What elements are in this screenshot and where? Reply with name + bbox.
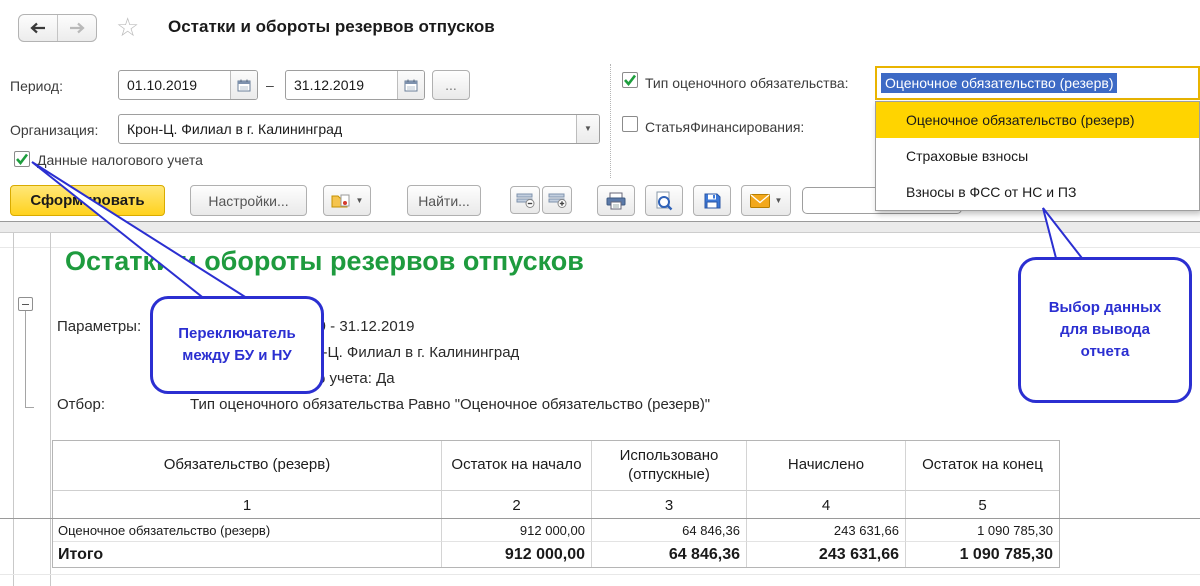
column-number[interactable]: 4 [747,491,906,519]
print-button[interactable] [597,185,635,216]
calendar-icon [237,79,251,92]
report-table: Обязательство (резерв) Остаток на начало… [52,440,1060,568]
liability-type-dropdown: Оценочное обязательство (резерв) Страхов… [875,101,1200,211]
dropdown-item-fss[interactable]: Взносы в ФСС от НС и ПЗ [876,174,1199,210]
column-number[interactable]: 3 [592,491,747,519]
total-label-cell[interactable]: Итого [53,542,442,567]
date-range-dash: – [266,77,274,93]
filter-value: Тип оценочного обязательства Равно "Оцен… [190,396,710,413]
column-header[interactable]: Начислено [747,441,906,491]
forward-button[interactable] [57,15,96,41]
group-bracket-line [25,311,26,407]
dropdown-item-reserve[interactable]: Оценочное обязательство (резерв) [876,102,1199,138]
chevron-down-icon: ▼ [775,197,783,205]
filter-label: Отбор: [57,396,105,413]
liability-type-selected-value: Оценочное обязательство (резерв) [881,73,1117,93]
column-header[interactable]: Остаток на конец [906,441,1059,491]
financing-article-label[interactable]: СтатьяФинансирования: [645,119,804,135]
period-more-button[interactable]: ... [432,70,470,100]
total-value-cell[interactable]: 1 090 785,30 [906,542,1059,567]
date-from-input[interactable] [119,71,230,99]
generate-button[interactable]: Сформировать [10,185,165,216]
financing-article-checkbox[interactable] [622,116,638,132]
nav-button-group [18,14,97,42]
calendar-icon [404,79,418,92]
total-value-cell[interactable]: 64 846,36 [592,542,747,567]
column-header[interactable]: Обязательство (резерв) [53,441,442,491]
total-value-cell[interactable]: 912 000,00 [442,542,592,567]
settings-button[interactable]: Настройки... [190,185,307,216]
forward-arrow-icon [68,22,86,34]
chevron-down-icon: ▼ [356,197,364,205]
filter-separator [610,64,611,178]
column-number[interactable]: 1 [53,491,442,519]
favorite-star-icon[interactable]: ☆ [116,14,139,40]
grid-line [0,574,1200,575]
report-variants-button[interactable]: ▼ [323,185,371,216]
back-button[interactable] [19,15,57,41]
column-header[interactable]: Использовано (отпускные) [592,441,747,491]
tax-data-checkbox[interactable] [14,151,30,167]
column-header[interactable]: Остаток на начало [442,441,592,491]
callout-text: для вывода [1060,319,1150,341]
send-mail-button[interactable]: ▼ [741,185,791,216]
total-value-cell[interactable]: 243 631,66 [747,542,906,567]
callout-text: отчета [1081,341,1130,363]
organization-select[interactable]: ▼ [118,114,600,144]
mail-icon [750,194,770,208]
grid-line [50,233,51,586]
liability-type-select[interactable]: Оценочное обязательство (резерв) [875,66,1200,100]
expand-groups-icon [548,192,567,208]
date-from-field[interactable] [118,70,258,100]
date-from-calendar-button[interactable] [230,71,257,99]
organization-input[interactable] [119,115,576,143]
row-value-cell[interactable]: 243 631,66 [747,519,906,542]
report-variant-icon [331,193,351,209]
preview-icon [655,191,673,211]
grid-line [0,518,1200,519]
row-value-cell[interactable]: 1 090 785,30 [906,519,1059,542]
group-bracket-line [25,407,34,408]
preview-button[interactable] [645,185,683,216]
organization-dropdown-button[interactable]: ▼ [576,115,599,143]
callout-text: Выбор данных [1049,297,1162,319]
period-label: Период: [10,78,63,94]
back-arrow-icon [29,22,47,34]
expand-groups-button[interactable] [542,186,572,214]
callout-bu-nu-switch: Переключатель между БУ и НУ [150,296,324,394]
row-name-cell[interactable]: Оценочное обязательство (резерв) [53,519,442,542]
dropdown-item-insurance[interactable]: Страховые взносы [876,138,1199,174]
report-title: Остатки и обороты резервов отпусков [65,246,584,277]
chevron-down-icon: ▼ [584,125,592,133]
date-to-calendar-button[interactable] [397,71,424,99]
organization-label: Организация: [10,122,98,138]
save-button[interactable] [693,185,731,216]
collapse-groups-icon [516,192,535,208]
grid-line [13,233,14,586]
callout-data-selection: Выбор данных для вывода отчета [1018,257,1192,403]
save-icon [703,192,721,210]
liability-type-label[interactable]: Тип оценочного обязательства: [645,75,849,91]
checkmark-icon [15,153,29,165]
column-number[interactable]: 5 [906,491,1059,519]
printer-icon [605,192,627,210]
checkmark-icon [623,74,637,86]
report-window: ☆ Остатки и обороты резервов отпусков Пе… [0,0,1200,586]
date-to-field[interactable] [285,70,425,100]
row-value-cell[interactable]: 64 846,36 [592,519,747,542]
callout-text: между БУ и НУ [182,345,292,367]
row-value-cell[interactable]: 912 000,00 [442,519,592,542]
liability-type-checkbox[interactable] [622,72,638,88]
collapse-group-button[interactable] [18,297,33,311]
page-title: Остатки и обороты резервов отпусков [168,17,495,37]
callout-text: Переключатель [178,323,296,345]
find-button[interactable]: Найти... [407,185,481,216]
date-to-input[interactable] [286,71,397,99]
report-header-strip [0,221,1200,233]
collapse-groups-button[interactable] [510,186,540,214]
tax-data-label[interactable]: Данные налогового учета [37,152,203,168]
params-label: Параметры: [57,318,141,335]
column-number[interactable]: 2 [442,491,592,519]
